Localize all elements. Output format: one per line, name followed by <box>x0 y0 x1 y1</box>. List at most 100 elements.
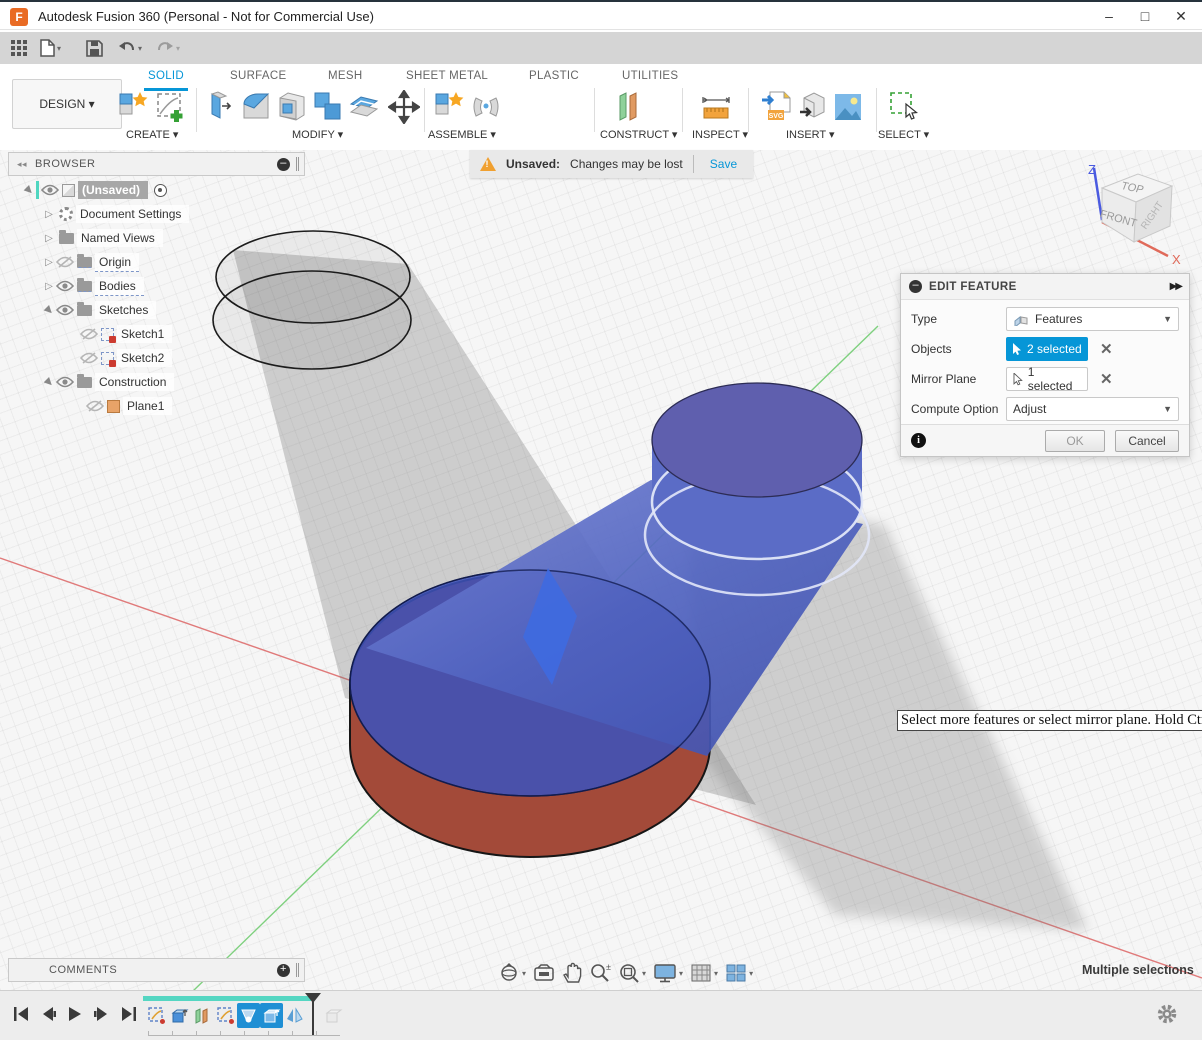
type-dropdown[interactable]: Features ▼ <box>1006 307 1179 331</box>
info-icon[interactable]: i <box>911 433 926 448</box>
dialog-expand-icon[interactable]: ▶▶ <box>1170 281 1181 292</box>
app-grid-icon[interactable] <box>10 36 28 60</box>
create-sketch-icon[interactable] <box>154 90 186 124</box>
ribbon-tab-surface[interactable]: SURFACE <box>226 67 290 88</box>
ribbon-tab-sheet-metal[interactable]: SHEET METAL <box>402 67 492 88</box>
dialog-header[interactable]: – EDIT FEATURE ▶▶ <box>901 274 1189 300</box>
create-solid-icon[interactable] <box>116 90 148 124</box>
timeline-extrude2-item-selected[interactable] <box>260 1003 283 1028</box>
shell-icon[interactable] <box>276 90 308 124</box>
insert-canvas-icon[interactable] <box>832 90 864 124</box>
timeline-suppressed-item[interactable] <box>322 1003 345 1028</box>
expander-icon[interactable]: ▷ <box>42 209 56 220</box>
timeline-settings-gear-icon[interactable] <box>1156 1003 1178 1030</box>
pan-tool-icon[interactable] <box>562 962 582 984</box>
timeline-sketch1-item[interactable] <box>145 1003 168 1028</box>
minimize-button[interactable]: – <box>1092 2 1126 30</box>
display-settings-icon[interactable]: ▾ <box>653 963 683 983</box>
tree-row-plane1[interactable]: Plane1 <box>8 394 308 418</box>
close-button[interactable]: ✕ <box>1164 2 1198 30</box>
mirror-plane-selection-chip[interactable]: 1 selected <box>1006 367 1088 391</box>
view-cube[interactable]: TOP FRONT RIGHT Z X <box>1072 160 1192 280</box>
combine-icon[interactable] <box>312 90 344 124</box>
insert-group-label[interactable]: INSERT ▾ <box>786 128 835 141</box>
select-icon[interactable] <box>888 90 920 124</box>
step-back-button[interactable] <box>39 1005 57 1023</box>
create-group-label[interactable]: CREATE ▾ <box>126 128 178 141</box>
look-at-tool-icon[interactable] <box>533 963 555 983</box>
compute-option-dropdown[interactable]: Adjust ▼ <box>1006 397 1179 421</box>
file-menu-button[interactable]: ▾ <box>40 36 61 60</box>
assemble-group-label[interactable]: ASSEMBLE ▾ <box>428 128 496 141</box>
eye-off-icon[interactable] <box>86 400 104 412</box>
modify-group-label[interactable]: MODIFY ▾ <box>292 128 343 141</box>
timeline-sketch2-item[interactable] <box>214 1003 237 1028</box>
go-to-end-button[interactable] <box>120 1005 138 1023</box>
ok-button[interactable]: OK <box>1045 430 1105 452</box>
tree-row-bodies[interactable]: ▷ Bodies <box>8 274 308 298</box>
undo-button[interactable]: ▾ <box>118 36 142 60</box>
insert-svg-icon[interactable]: SVG <box>760 90 792 124</box>
ribbon-tab-mesh[interactable]: MESH <box>324 67 366 88</box>
objects-selection-chip[interactable]: 2 selected <box>1006 337 1088 361</box>
construct-plane-icon[interactable] <box>612 90 644 124</box>
fillet-icon[interactable] <box>240 90 272 124</box>
comments-panel-header[interactable]: COMMENTS + <box>8 958 305 982</box>
eye-off-icon[interactable] <box>80 352 98 364</box>
panel-grip[interactable] <box>296 157 299 171</box>
joint-icon[interactable] <box>470 90 502 124</box>
save-link[interactable]: Save <box>704 157 743 171</box>
tree-row-named-views[interactable]: ▷ Named Views <box>8 226 308 250</box>
tree-row-construction[interactable]: ▶ Construction <box>8 370 308 394</box>
save-button[interactable] <box>86 36 103 60</box>
tree-row-document-settings[interactable]: ▷ Document Settings <box>8 202 308 226</box>
tree-row-origin[interactable]: ▷ Origin <box>8 250 308 274</box>
ribbon-tab-utilities[interactable]: UTILITIES <box>618 67 682 88</box>
objects-clear-icon[interactable]: ✕ <box>1100 340 1113 358</box>
tree-label-root[interactable]: (Unsaved) <box>78 181 148 199</box>
step-forward-button[interactable] <box>93 1005 111 1023</box>
collapse-panel-icon[interactable]: ◂◂ <box>17 159 27 170</box>
minimize-panel-icon[interactable]: – <box>277 158 290 171</box>
select-group-label[interactable]: SELECT ▾ <box>878 128 929 141</box>
add-comment-icon[interactable]: + <box>277 964 290 977</box>
browser-panel-header[interactable]: ◂◂ BROWSER – <box>8 152 305 176</box>
mirror-plane-clear-icon[interactable]: ✕ <box>1100 370 1113 388</box>
expander-icon[interactable]: ▷ <box>42 281 56 292</box>
workspace-selector[interactable]: DESIGN ▾ <box>12 79 122 129</box>
timeline-extrude1-item[interactable] <box>168 1003 191 1028</box>
eye-off-icon[interactable] <box>56 256 74 268</box>
tree-row-root[interactable]: ▶ (Unsaved) <box>8 178 308 202</box>
activate-component-radio[interactable] <box>154 184 167 197</box>
ribbon-tab-solid[interactable]: SOLID <box>144 67 188 91</box>
construct-group-label[interactable]: CONSTRUCT ▾ <box>600 128 677 141</box>
redo-button[interactable]: ▾ <box>156 36 180 60</box>
move-copy-icon[interactable] <box>388 90 420 124</box>
timeline-ruler[interactable] <box>148 1031 340 1036</box>
viewports-icon[interactable]: ▾ <box>725 963 753 983</box>
press-pull-icon[interactable] <box>204 90 236 124</box>
expander-icon[interactable]: ▷ <box>42 257 56 268</box>
upper-cylinder-top-face[interactable] <box>652 383 862 497</box>
timeline-plane1-item[interactable] <box>191 1003 214 1028</box>
eye-icon[interactable] <box>56 280 74 292</box>
maximize-button[interactable]: □ <box>1128 2 1162 30</box>
insert-mesh-icon[interactable] <box>796 90 828 124</box>
eye-off-icon[interactable] <box>80 328 98 340</box>
zoom-tool-icon[interactable]: ± <box>589 962 611 984</box>
inspect-group-label[interactable]: INSPECT ▾ <box>692 128 748 141</box>
eye-icon[interactable] <box>41 184 59 196</box>
go-to-start-button[interactable] <box>12 1005 30 1023</box>
fit-tool-icon[interactable]: ▾ <box>618 962 646 984</box>
eye-icon[interactable] <box>56 376 74 388</box>
panel-grip[interactable] <box>296 963 299 977</box>
ribbon-tab-plastic[interactable]: PLASTIC <box>525 67 583 88</box>
viewport-3d[interactable]: Unsaved: Changes may be lost Save ◂◂ BRO… <box>0 150 1202 990</box>
tree-row-sketch1[interactable]: Sketch1 <box>8 322 308 346</box>
orbit-tool-icon[interactable]: ▾ <box>498 962 526 984</box>
grid-settings-icon[interactable]: ▾ <box>690 963 718 983</box>
measure-icon[interactable] <box>700 90 732 124</box>
dialog-minimize-icon[interactable]: – <box>909 280 922 293</box>
new-component-icon[interactable] <box>432 90 464 124</box>
tree-row-sketches[interactable]: ▶ Sketches <box>8 298 308 322</box>
